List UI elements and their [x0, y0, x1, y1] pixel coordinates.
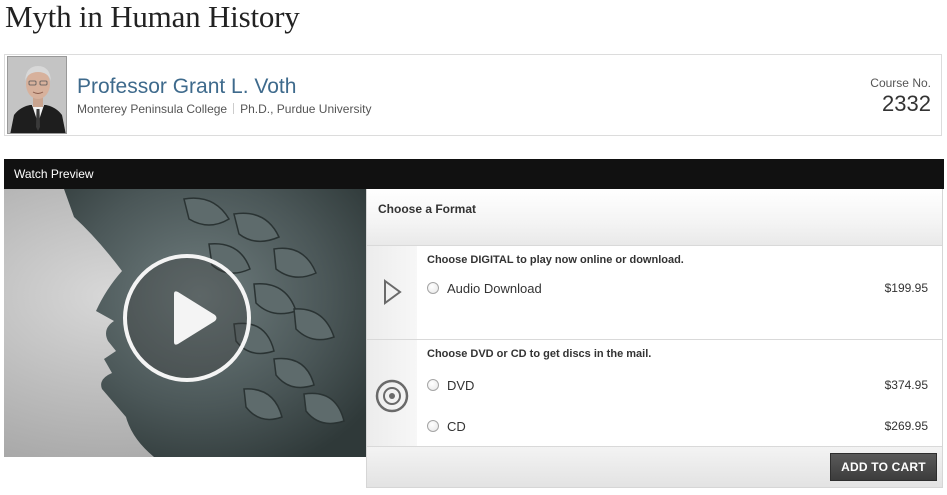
professor-photo: [7, 56, 67, 134]
format-header: Choose a Format: [367, 189, 942, 246]
watch-preview-label: Watch Preview: [14, 167, 94, 181]
option-label: DVD: [447, 378, 475, 393]
option-price: $199.95: [884, 281, 928, 295]
option-label: CD: [447, 419, 466, 434]
page-title: Myth in Human History: [5, 0, 300, 34]
format-footer: ADD TO CART: [367, 447, 942, 487]
option-price: $269.95: [884, 419, 928, 433]
radio-dvd[interactable]: [427, 379, 439, 391]
digital-section-title: Choose DIGITAL to play now online or dow…: [427, 254, 684, 266]
professor-meta: Monterey Peninsula College Ph.D., Purdue …: [77, 102, 371, 116]
radio-audio-download[interactable]: [427, 282, 439, 294]
digital-icon-column: [367, 246, 417, 339]
course-number: 2332: [882, 91, 931, 116]
professor-portrait-icon: [8, 57, 66, 133]
preview-video[interactable]: [4, 189, 366, 457]
option-dvd[interactable]: DVD $374.95: [427, 378, 928, 396]
radio-cd[interactable]: [427, 420, 439, 432]
format-panel: Choose a Format Choose DIGITAL to play n…: [366, 189, 943, 488]
preview-bar: Watch Preview: [4, 159, 944, 189]
discs-section: Choose DVD or CD to get discs in the mai…: [367, 340, 942, 447]
digital-section: Choose DIGITAL to play now online or dow…: [367, 246, 942, 340]
professor-degree: Ph.D., Purdue University: [240, 102, 372, 116]
play-button[interactable]: [123, 254, 251, 382]
option-audio-download[interactable]: Audio Download $199.95: [427, 281, 928, 299]
professor-institution: Monterey Peninsula College: [77, 102, 228, 116]
add-to-cart-button[interactable]: ADD TO CART: [830, 453, 937, 481]
option-price: $374.95: [884, 378, 928, 392]
option-label: Audio Download: [447, 281, 542, 296]
discs-section-title: Choose DVD or CD to get discs in the mai…: [427, 348, 652, 360]
discs-icon-column: [367, 340, 417, 446]
professor-name[interactable]: Professor Grant L. Voth: [77, 75, 296, 99]
disc-icon: [375, 379, 409, 413]
course-number-label: Course No.: [870, 76, 931, 90]
option-cd[interactable]: CD $269.95: [427, 419, 928, 437]
meta-divider: [233, 103, 235, 114]
professor-card: Professor Grant L. Voth Monterey Peninsu…: [4, 54, 942, 136]
format-header-label: Choose a Format: [378, 202, 477, 216]
play-outline-icon: [384, 279, 402, 305]
play-icon: [174, 291, 217, 345]
